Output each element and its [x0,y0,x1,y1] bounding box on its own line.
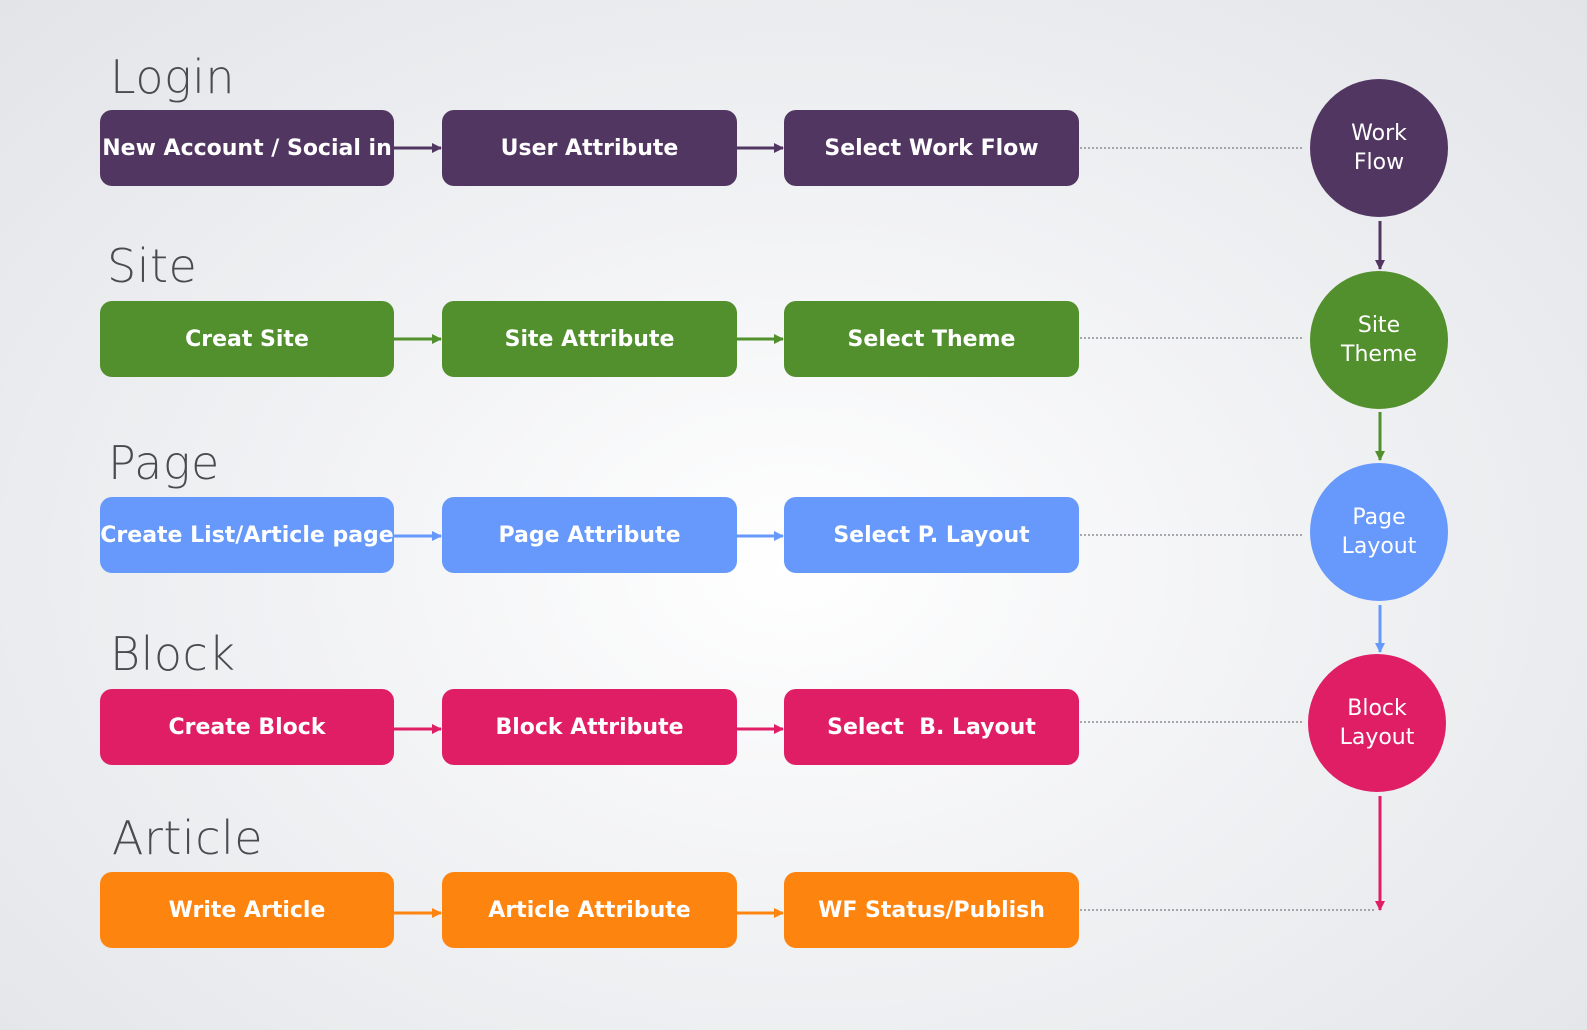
step-select-b-layout[interactable]: Select B. Layout [784,689,1079,765]
step-block-attribute[interactable]: Block Attribute [442,689,737,765]
circle-site-theme-line-1: Site [1357,313,1401,338]
circle-page-layout[interactable]: Page Layout [1310,463,1448,601]
step-creat-site[interactable]: Creat Site [100,301,394,377]
circle-block-layout-line-1: Block [1347,696,1407,721]
step-select-p-layout[interactable]: Select P. Layout [784,497,1079,573]
circle-page-layout-line-1: Page [1352,505,1406,530]
circle-site-theme-line-2: Theme [1341,342,1417,367]
section-title-article: Article [112,811,264,865]
step-wf-status-publish[interactable]: WF Status/Publish [784,872,1079,948]
step-write-article[interactable]: Write Article [100,872,394,948]
circle-work-flow-line-2: Flow [1353,150,1405,175]
step-article-attribute[interactable]: Article Attribute [442,872,737,948]
section-title-login: Login [110,50,236,104]
circle-work-flow[interactable]: Work Flow [1310,79,1448,217]
step-create-block[interactable]: Create Block [100,689,394,765]
circle-page-layout-line-2: Layout [1341,534,1417,559]
circle-site-theme[interactable]: Site Theme [1310,271,1448,409]
step-user-attribute[interactable]: User Attribute [442,110,737,186]
circle-block-layout[interactable]: Block Layout [1308,654,1446,792]
step-create-list-article-page[interactable]: Create List/Article page [100,497,394,573]
section-title-page: Page [108,436,220,490]
step-select-work-flow[interactable]: Select Work Flow [784,110,1079,186]
step-new-account[interactable]: New Account / Social in [100,110,394,186]
circle-block-layout-line-2: Layout [1339,725,1415,750]
section-title-site: Site [107,239,198,293]
step-select-theme[interactable]: Select Theme [784,301,1079,377]
circle-work-flow-line-1: Work [1351,121,1407,146]
step-site-attribute[interactable]: Site Attribute [442,301,737,377]
step-page-attribute[interactable]: Page Attribute [442,497,737,573]
section-title-block: Block [110,627,236,681]
